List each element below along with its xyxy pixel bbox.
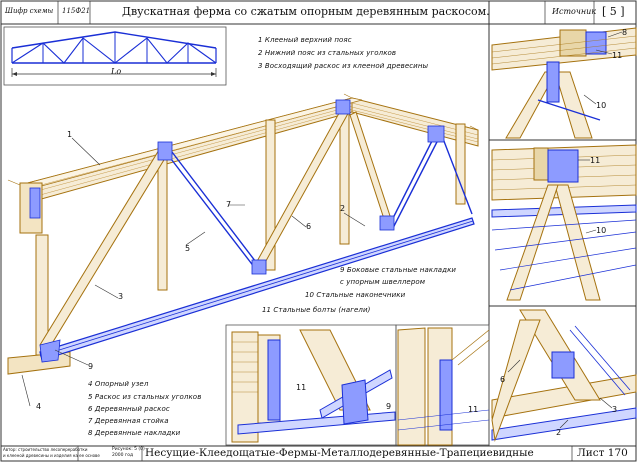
callout-8: 8 (622, 28, 628, 37)
legend-item: 10 Стальные наконечники (305, 291, 406, 299)
callout-11: 11 (612, 51, 623, 60)
callout-4: 4 (36, 402, 42, 411)
legend-item: 9 Боковые стальные накладки (340, 266, 457, 274)
callout-11: 11 (590, 156, 601, 165)
callout-10: 10 (596, 226, 607, 235)
code-label: Шифр схемы (5, 7, 54, 15)
legend-item: 2 Нижний пояс из стальных уголков (258, 49, 397, 57)
callout-11: 11 (296, 383, 307, 392)
date-note: Рисунок: 5 (0) (112, 447, 145, 452)
callout-2: 2 (340, 204, 346, 213)
legend-item: 4 Опорный узел (88, 380, 149, 388)
drawing-sheet: Шифр схемы 115Ф21 Двускатная ферма со сж… (0, 0, 637, 462)
callout-3: 3 (612, 405, 618, 414)
callout-2: 2 (556, 428, 562, 437)
legend-item: с упорным швеллером (340, 278, 426, 286)
callout-3: 3 (118, 292, 124, 301)
code-value: 115Ф21 (62, 7, 91, 15)
callout-6: 6 (306, 222, 312, 231)
callout-5: 5 (185, 244, 191, 253)
callout-10: 10 (596, 101, 607, 110)
date-note: 2000 год (112, 453, 134, 458)
page-title: Двускатная ферма со сжатым опорным дерев… (122, 5, 490, 18)
callout-1: 1 (67, 130, 73, 139)
legend-item: 8 Деревянные накладки (88, 429, 181, 437)
callout-9: 9 (88, 362, 94, 371)
source-label: Источник (552, 7, 597, 16)
detail-bottom-mid (397, 327, 490, 446)
span-label: Lo (111, 67, 122, 76)
detail-mid-right (491, 144, 637, 301)
callout-7: 7 (226, 200, 232, 209)
legend-item: 3 Восходящий раскос из клееной древесины (258, 62, 429, 70)
legend-item: 7 Деревянная стойка (88, 417, 169, 425)
source-value: [ 5 ] (602, 5, 625, 18)
callout-9: 9 (386, 402, 392, 411)
footer-title: Несущие-Клеедощатые-Фермы-Металлодеревян… (145, 447, 534, 459)
callout-11: 11 (468, 405, 479, 414)
author-note: и клееной древесины и изделия на ее осно… (3, 453, 100, 458)
author-note: Автор: строительство лесопереработки (3, 447, 88, 452)
sheet-number: Лист 170 (577, 447, 628, 459)
detail-top-right (491, 27, 637, 139)
callout-6: 6 (500, 375, 506, 384)
legend-item: 1 Клееный верхний пояс (258, 36, 352, 44)
detail-bottom-right (491, 309, 637, 442)
legend-item: 5 Раскос из стальных уголков (88, 393, 202, 401)
legend-item: 11 Стальные болты (нагели) (262, 306, 371, 314)
legend-item: 6 Деревянный раскос (88, 405, 170, 413)
detail-bottom-left (231, 329, 396, 443)
